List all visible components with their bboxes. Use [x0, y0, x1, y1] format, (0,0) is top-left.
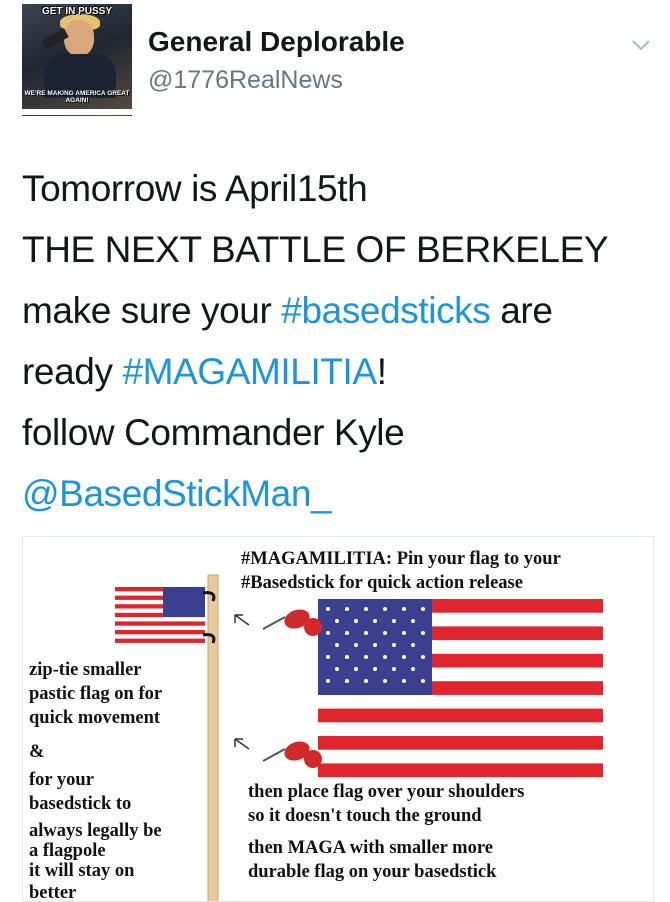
avatar-bottom-caption: WE'RE MAKING AMERICA GREAT AGAIN! — [24, 90, 130, 104]
tweet-line: THE NEXT BATTLE OF BERKELEY — [22, 229, 609, 270]
avatar-top-caption: GET IN PUSSY — [41, 6, 112, 17]
tweet-line: Tomorrow is April15th — [22, 168, 368, 209]
right-caption-line: then place flag over your shoulders — [248, 782, 525, 802]
left-caption-line: for your — [29, 770, 94, 790]
push-pin-bottom — [262, 741, 322, 768]
left-caption-line: it will stay on — [29, 861, 135, 881]
left-caption-line: better — [29, 883, 77, 902]
avatar-credit-strip — [22, 109, 132, 115]
mention-link[interactable]: @BasedStickMan_ — [22, 463, 652, 524]
left-caption-line: zip-tie smaller — [29, 660, 142, 680]
hashtag-magamilitia-link[interactable]: #MAGAMILITIA — [122, 351, 377, 392]
small-flag-graphic — [115, 587, 205, 643]
large-flag-graphic — [318, 599, 603, 778]
left-caption-line: basedstick to — [29, 794, 132, 814]
arrow-top — [234, 614, 250, 626]
user-handle[interactable]: @1776RealNews — [148, 66, 343, 95]
right-caption-line: durable flag on your basedstick — [248, 862, 497, 882]
meme-title-line: #Basedstick for quick action release — [241, 573, 523, 593]
tweet-line: make sure your #basedsticks are — [22, 280, 652, 341]
avatar[interactable]: GET IN PUSSY WE'RE MAKING AMERICA GREAT … — [22, 4, 132, 116]
meme-title-line: #MAGAMILITIA: Pin your flag to your — [241, 549, 561, 569]
tweet-text: Tomorrow is April15th THE NEXT BATTLE OF… — [22, 158, 652, 524]
left-caption-line: always legally be — [29, 821, 162, 841]
left-caption-line: quick movement — [29, 708, 161, 728]
push-pin-top — [262, 609, 322, 636]
right-caption-line: then MAGA with smaller more — [248, 838, 493, 858]
tweet-text-segment: ! — [376, 351, 387, 392]
display-name[interactable]: General Deplorable — [148, 26, 405, 58]
tweet-line: ready #MAGAMILITIA! — [22, 341, 652, 402]
left-caption-line: a flagpole — [29, 841, 106, 861]
basedstick-graphic — [207, 574, 219, 901]
hashtag-basedsticks-link[interactable]: #basedsticks — [281, 290, 490, 331]
arrow-bottom — [234, 738, 250, 750]
right-caption-line: so it doesn't touch the ground — [248, 806, 482, 826]
tweet-text-segment: are — [490, 290, 553, 331]
tweet-media-image[interactable]: #MAGAMILITIA: Pin your flag to your #Bas… — [22, 536, 654, 902]
left-caption-line: & — [29, 742, 45, 762]
tweet-text-segment: make sure your — [22, 290, 282, 331]
meme-title: #MAGAMILITIA: Pin your flag to your #Bas… — [241, 547, 561, 595]
chevron-down-icon[interactable] — [630, 38, 652, 52]
tweet-text-segment: ready — [22, 351, 123, 392]
left-caption-line: pastic flag on for — [29, 684, 163, 704]
avatar-face — [64, 20, 94, 56]
tweet-line: follow Commander Kyle — [22, 412, 405, 453]
